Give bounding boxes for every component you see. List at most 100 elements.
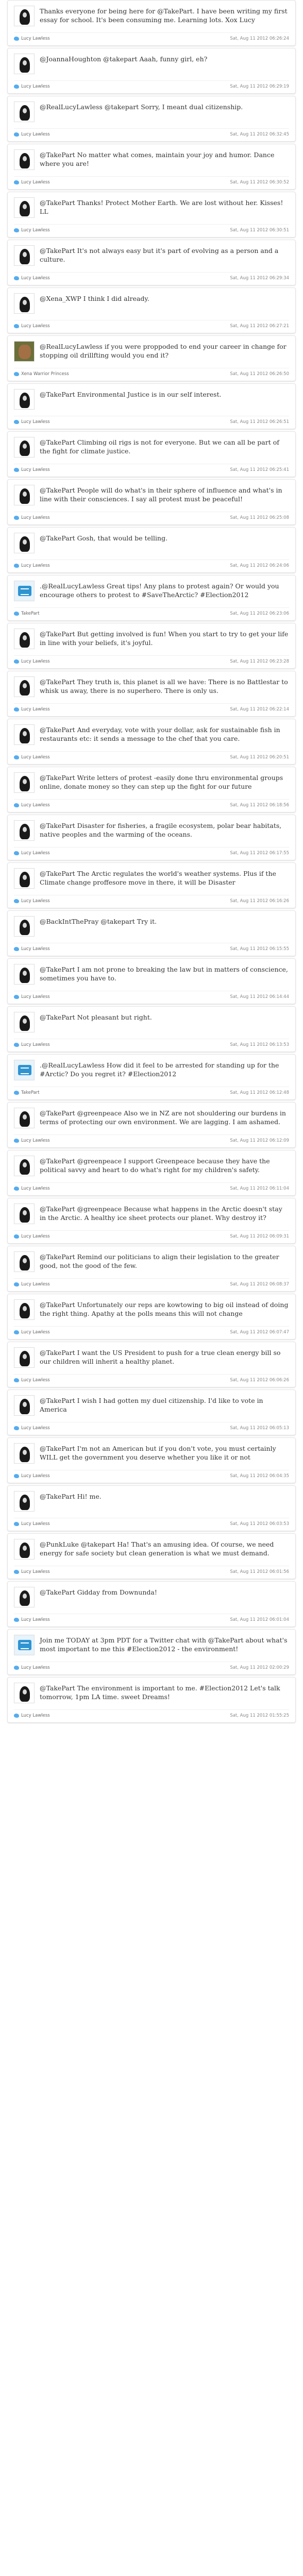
avatar[interactable] — [14, 6, 35, 26]
author-name[interactable]: Lucy Lawless — [21, 467, 50, 472]
timestamp[interactable]: Sat, Aug 11 2012 06:23:28 — [230, 659, 289, 664]
author-name[interactable]: Lucy Lawless — [21, 851, 50, 856]
timestamp[interactable]: Sat, Aug 11 2012 06:29:34 — [230, 276, 289, 281]
timestamp[interactable]: Sat, Aug 11 2012 06:07:47 — [230, 1330, 289, 1335]
timestamp[interactable]: Sat, Aug 11 2012 06:30:51 — [230, 228, 289, 233]
timestamp[interactable]: Sat, Aug 11 2012 06:32:45 — [230, 132, 289, 137]
author-name[interactable]: Lucy Lawless — [21, 132, 50, 137]
author-name[interactable]: Lucy Lawless — [21, 1569, 50, 1574]
timestamp[interactable]: Sat, Aug 11 2012 06:24:06 — [230, 563, 289, 568]
author-name[interactable]: Lucy Lawless — [21, 659, 50, 664]
author-name[interactable]: Lucy Lawless — [21, 1186, 50, 1191]
author-name[interactable]: Lucy Lawless — [21, 899, 50, 904]
author-name[interactable]: Lucy Lawless — [21, 803, 50, 808]
timestamp[interactable]: Sat, Aug 11 2012 06:23:06 — [230, 611, 289, 616]
timestamp[interactable]: Sat, Aug 11 2012 06:04:35 — [230, 1473, 289, 1479]
avatar[interactable] — [14, 293, 35, 314]
avatar[interactable] — [14, 1491, 35, 1512]
author-name[interactable]: Lucy Lawless — [21, 1282, 50, 1287]
timestamp[interactable]: Sat, Aug 11 2012 06:11:04 — [230, 1186, 289, 1191]
avatar[interactable] — [14, 868, 35, 889]
author-name[interactable]: Lucy Lawless — [21, 563, 50, 568]
timestamp[interactable]: Sat, Aug 11 2012 06:01:56 — [230, 1569, 289, 1574]
author-name[interactable]: TakePart — [21, 611, 40, 616]
avatar[interactable] — [14, 1204, 35, 1224]
avatar[interactable] — [14, 1299, 35, 1320]
avatar[interactable] — [14, 533, 35, 553]
timestamp[interactable]: Sat, Aug 11 2012 01:55:25 — [230, 1713, 289, 1718]
avatar[interactable] — [14, 1683, 35, 1703]
timestamp[interactable]: Sat, Aug 11 2012 06:09:31 — [230, 1234, 289, 1239]
author-name[interactable]: Lucy Lawless — [21, 84, 50, 89]
avatar[interactable] — [14, 1251, 35, 1272]
timestamp[interactable]: Sat, Aug 11 2012 06:15:55 — [230, 946, 289, 952]
avatar[interactable] — [14, 1539, 35, 1560]
timestamp[interactable]: Sat, Aug 11 2012 06:25:08 — [230, 515, 289, 520]
author-name[interactable]: Lucy Lawless — [21, 1378, 50, 1383]
timestamp[interactable]: Sat, Aug 11 2012 06:13:53 — [230, 1042, 289, 1047]
avatar[interactable] — [14, 101, 35, 122]
author-name[interactable]: Lucy Lawless — [21, 1521, 50, 1527]
author-name[interactable]: Lucy Lawless — [21, 180, 50, 185]
timestamp[interactable]: Sat, Aug 11 2012 06:17:55 — [230, 851, 289, 856]
author-name[interactable]: Lucy Lawless — [21, 946, 50, 952]
author-name[interactable]: Lucy Lawless — [21, 1234, 50, 1239]
author-name[interactable]: Lucy Lawless — [21, 1138, 50, 1143]
author-name[interactable]: Lucy Lawless — [21, 1713, 50, 1718]
author-name[interactable]: Lucy Lawless — [21, 1473, 50, 1479]
author-name[interactable]: Lucy Lawless — [21, 36, 50, 41]
author-name[interactable]: Lucy Lawless — [21, 707, 50, 712]
timestamp[interactable]: Sat, Aug 11 2012 06:05:13 — [230, 1426, 289, 1431]
avatar[interactable] — [14, 149, 35, 170]
timestamp[interactable]: Sat, Aug 11 2012 06:03:53 — [230, 1521, 289, 1527]
author-name[interactable]: Lucy Lawless — [21, 515, 50, 520]
timestamp[interactable]: Sat, Aug 11 2012 06:06:26 — [230, 1378, 289, 1383]
author-name[interactable]: Lucy Lawless — [21, 755, 50, 760]
author-name[interactable]: Lucy Lawless — [21, 228, 50, 233]
avatar[interactable] — [14, 437, 35, 457]
timestamp[interactable]: Sat, Aug 11 2012 06:12:48 — [230, 1090, 289, 1095]
author-name[interactable]: TakePart — [21, 1090, 40, 1095]
timestamp[interactable]: Sat, Aug 11 2012 06:27:21 — [230, 324, 289, 329]
timestamp[interactable]: Sat, Aug 11 2012 06:29:19 — [230, 84, 289, 89]
avatar[interactable] — [14, 676, 35, 697]
avatar[interactable] — [14, 1108, 35, 1128]
author-name[interactable]: Lucy Lawless — [21, 1330, 50, 1335]
author-name[interactable]: Lucy Lawless — [21, 419, 50, 425]
timestamp[interactable]: Sat, Aug 11 2012 06:20:51 — [230, 755, 289, 760]
avatar[interactable] — [14, 1060, 35, 1080]
avatar[interactable] — [14, 485, 35, 505]
author-name[interactable]: Lucy Lawless — [21, 1042, 50, 1047]
avatar[interactable] — [14, 581, 35, 601]
timestamp[interactable]: Sat, Aug 11 2012 06:14:44 — [230, 994, 289, 999]
author-name[interactable]: Lucy Lawless — [21, 324, 50, 329]
timestamp[interactable]: Sat, Aug 11 2012 06:16:26 — [230, 899, 289, 904]
avatar[interactable] — [14, 1443, 35, 1464]
timestamp[interactable]: Sat, Aug 11 2012 02:00:29 — [230, 1665, 289, 1670]
author-name[interactable]: Lucy Lawless — [21, 1665, 50, 1670]
avatar[interactable] — [14, 197, 35, 218]
timestamp[interactable]: Sat, Aug 11 2012 06:01:04 — [230, 1617, 289, 1622]
avatar[interactable] — [14, 1395, 35, 1416]
avatar[interactable] — [14, 629, 35, 649]
timestamp[interactable]: Sat, Aug 11 2012 06:08:37 — [230, 1282, 289, 1287]
avatar[interactable] — [14, 1156, 35, 1176]
avatar[interactable] — [14, 820, 35, 841]
timestamp[interactable]: Sat, Aug 11 2012 06:18:56 — [230, 803, 289, 808]
timestamp[interactable]: Sat, Aug 11 2012 06:25:41 — [230, 467, 289, 472]
timestamp[interactable]: Sat, Aug 11 2012 06:26:24 — [230, 36, 289, 41]
avatar[interactable] — [14, 1635, 35, 1655]
avatar[interactable] — [14, 916, 35, 937]
author-name[interactable]: Lucy Lawless — [21, 276, 50, 281]
author-name[interactable]: Xena Warrior Princess — [21, 371, 69, 377]
avatar[interactable] — [14, 1347, 35, 1368]
avatar[interactable] — [14, 1012, 35, 1032]
avatar[interactable] — [14, 1587, 35, 1607]
author-name[interactable]: Lucy Lawless — [21, 994, 50, 999]
timestamp[interactable]: Sat, Aug 11 2012 06:30:52 — [230, 180, 289, 185]
avatar[interactable] — [14, 341, 35, 362]
timestamp[interactable]: Sat, Aug 11 2012 06:26:50 — [230, 371, 289, 377]
avatar[interactable] — [14, 389, 35, 410]
timestamp[interactable]: Sat, Aug 11 2012 06:22:14 — [230, 707, 289, 712]
avatar[interactable] — [14, 54, 35, 74]
